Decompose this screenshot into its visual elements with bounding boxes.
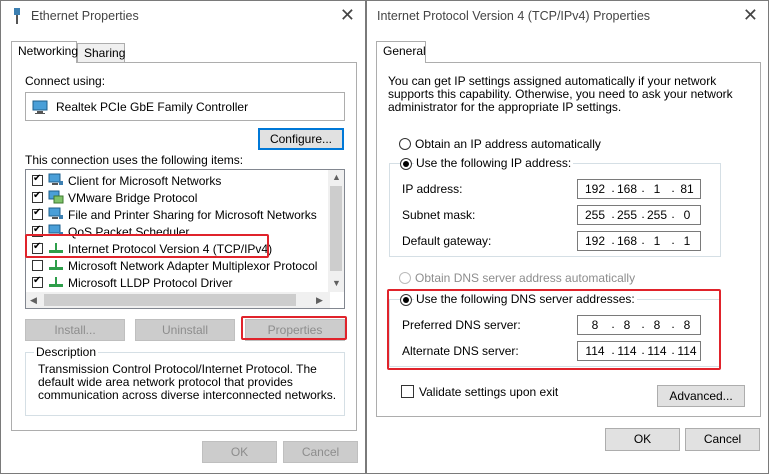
default-gateway-input[interactable]: 192. 168. 1. 1 — [577, 231, 701, 251]
ipv4-item-highlight — [25, 234, 269, 258]
ip-address-octet-2: 168 — [616, 182, 638, 196]
tab-sharing[interactable]: Sharing — [77, 43, 125, 63]
description-label: Description — [34, 345, 99, 359]
ip-address-group: Use the following IP address: IP address… — [389, 156, 721, 257]
item-label: Microsoft Network Adapter Multiplexor Pr… — [68, 259, 318, 273]
tab-networking-label: Networking — [18, 44, 79, 58]
configure-button-label: Configure... — [269, 132, 333, 146]
vertical-scrollbar-thumb[interactable] — [330, 186, 342, 271]
network-cable-icon — [14, 8, 20, 24]
subnet-octet-4: 0 — [683, 208, 691, 222]
connect-using-label: Connect using: — [25, 74, 106, 88]
gateway-octet-2: 168 — [616, 234, 638, 248]
horizontal-scrollbar[interactable]: ◀ ▶ — [26, 292, 330, 308]
item-label: VMware Bridge Protocol — [68, 191, 198, 205]
window-title: Internet Protocol Version 4 (TCP/IPv4) P… — [377, 9, 651, 23]
advanced-button[interactable]: Advanced... — [657, 385, 745, 407]
subnet-mask-input[interactable]: 255. 255. 255. 0 — [577, 205, 701, 225]
adapter-box: Realtek PCIe GbE Family Controller — [25, 92, 345, 121]
validate-settings-label[interactable]: Validate settings upon exit — [419, 385, 558, 399]
ethernet-properties-window: Ethernet Properties ✕ Networking Sharing… — [0, 0, 366, 474]
close-icon[interactable]: ✕ — [340, 5, 355, 25]
validate-settings-checkbox[interactable] — [401, 385, 414, 398]
ip-address-octet-3: 1 — [653, 182, 661, 196]
uninstall-button[interactable]: Uninstall — [135, 319, 235, 341]
install-button[interactable]: Install... — [25, 319, 125, 341]
install-button-label: Install... — [54, 323, 96, 337]
subnet-octet-2: 255 — [616, 208, 638, 222]
scroll-up-icon[interactable]: ▲ — [332, 172, 341, 182]
tab-sharing-label: Sharing — [84, 46, 126, 60]
item-checkbox[interactable] — [32, 275, 43, 288]
description-text: Transmission Control Protocol/Internet P… — [38, 362, 337, 402]
ok-button[interactable]: OK — [605, 428, 680, 451]
default-gateway-label: Default gateway: — [402, 234, 492, 248]
item-checkbox[interactable] — [32, 207, 43, 220]
item-label: Client for Microsoft Networks — [68, 174, 222, 188]
ip-address-octet-1: 192 — [584, 182, 606, 196]
intro-text: You can get IP settings assigned automat… — [388, 74, 733, 114]
ok-button-label: OK — [230, 445, 249, 459]
ok-button[interactable]: OK — [202, 441, 277, 463]
cancel-button[interactable]: Cancel — [283, 441, 358, 463]
network-client-icon — [48, 173, 63, 185]
scroll-left-icon[interactable]: ◀ — [30, 295, 37, 306]
tab-networking[interactable]: Networking — [11, 41, 79, 63]
gateway-octet-1: 192 — [584, 234, 606, 248]
uninstall-button-label: Uninstall — [161, 323, 209, 337]
scroll-right-icon[interactable]: ▶ — [316, 295, 323, 306]
item-label: File and Printer Sharing for Microsoft N… — [68, 208, 317, 222]
advanced-button-label: Advanced... — [669, 389, 733, 403]
ipv4-properties-window: Internet Protocol Version 4 (TCP/IPv4) P… — [366, 0, 769, 474]
protocol-icon — [49, 260, 63, 270]
obtain-dns-auto-label[interactable]: Obtain DNS server address automatically — [415, 271, 635, 285]
subnet-octet-1: 255 — [584, 208, 606, 222]
adapter-name: Realtek PCIe GbE Family Controller — [56, 100, 249, 114]
obtain-ip-auto-radio[interactable] — [399, 138, 411, 150]
properties-button-highlight — [241, 316, 347, 340]
tab-general-label: General — [383, 44, 426, 58]
ip-address-label: IP address: — [402, 182, 463, 196]
network-client-icon — [48, 207, 63, 219]
item-checkbox[interactable] — [32, 260, 43, 271]
item-label: Microsoft LLDP Protocol Driver — [68, 276, 233, 290]
description-group: Description Transmission Control Protoco… — [25, 345, 345, 416]
close-icon[interactable]: ✕ — [743, 5, 758, 25]
tab-general[interactable]: General — [376, 41, 426, 63]
dns-section-highlight — [387, 289, 721, 370]
use-following-ip-label[interactable]: Use the following IP address: — [414, 156, 574, 170]
network-service-icon — [48, 190, 64, 204]
gateway-octet-3: 1 — [653, 234, 661, 248]
window-title: Ethernet Properties — [31, 9, 139, 23]
ok-button-label: OK — [633, 432, 652, 446]
configure-button[interactable]: Configure... — [258, 128, 344, 150]
obtain-ip-auto-label[interactable]: Obtain an IP address automatically — [415, 137, 601, 151]
cancel-button-label: Cancel — [703, 432, 742, 446]
obtain-dns-auto-radio[interactable] — [399, 272, 411, 284]
item-checkbox[interactable] — [32, 190, 43, 203]
cancel-button[interactable]: Cancel — [685, 428, 760, 451]
cancel-button-label: Cancel — [301, 445, 340, 459]
subnet-mask-label: Subnet mask: — [402, 208, 476, 222]
horizontal-scrollbar-thumb[interactable] — [44, 294, 296, 306]
network-adapter-icon — [32, 100, 48, 114]
use-following-ip-radio[interactable] — [400, 158, 412, 170]
gateway-octet-4: 1 — [683, 234, 691, 248]
vertical-scrollbar[interactable]: ▲ ▼ — [328, 170, 344, 292]
ip-address-octet-4: 81 — [680, 182, 694, 196]
title-bar: Ethernet Properties ✕ — [1, 1, 365, 31]
items-label: This connection uses the following items… — [25, 153, 244, 167]
subnet-octet-3: 255 — [646, 208, 668, 222]
item-checkbox[interactable] — [32, 173, 43, 186]
title-bar: Internet Protocol Version 4 (TCP/IPv4) P… — [367, 1, 768, 31]
protocol-icon — [49, 277, 63, 287]
ip-address-input[interactable]: 192. 168. 1. 81 — [577, 179, 701, 199]
scroll-down-icon[interactable]: ▼ — [332, 278, 341, 288]
